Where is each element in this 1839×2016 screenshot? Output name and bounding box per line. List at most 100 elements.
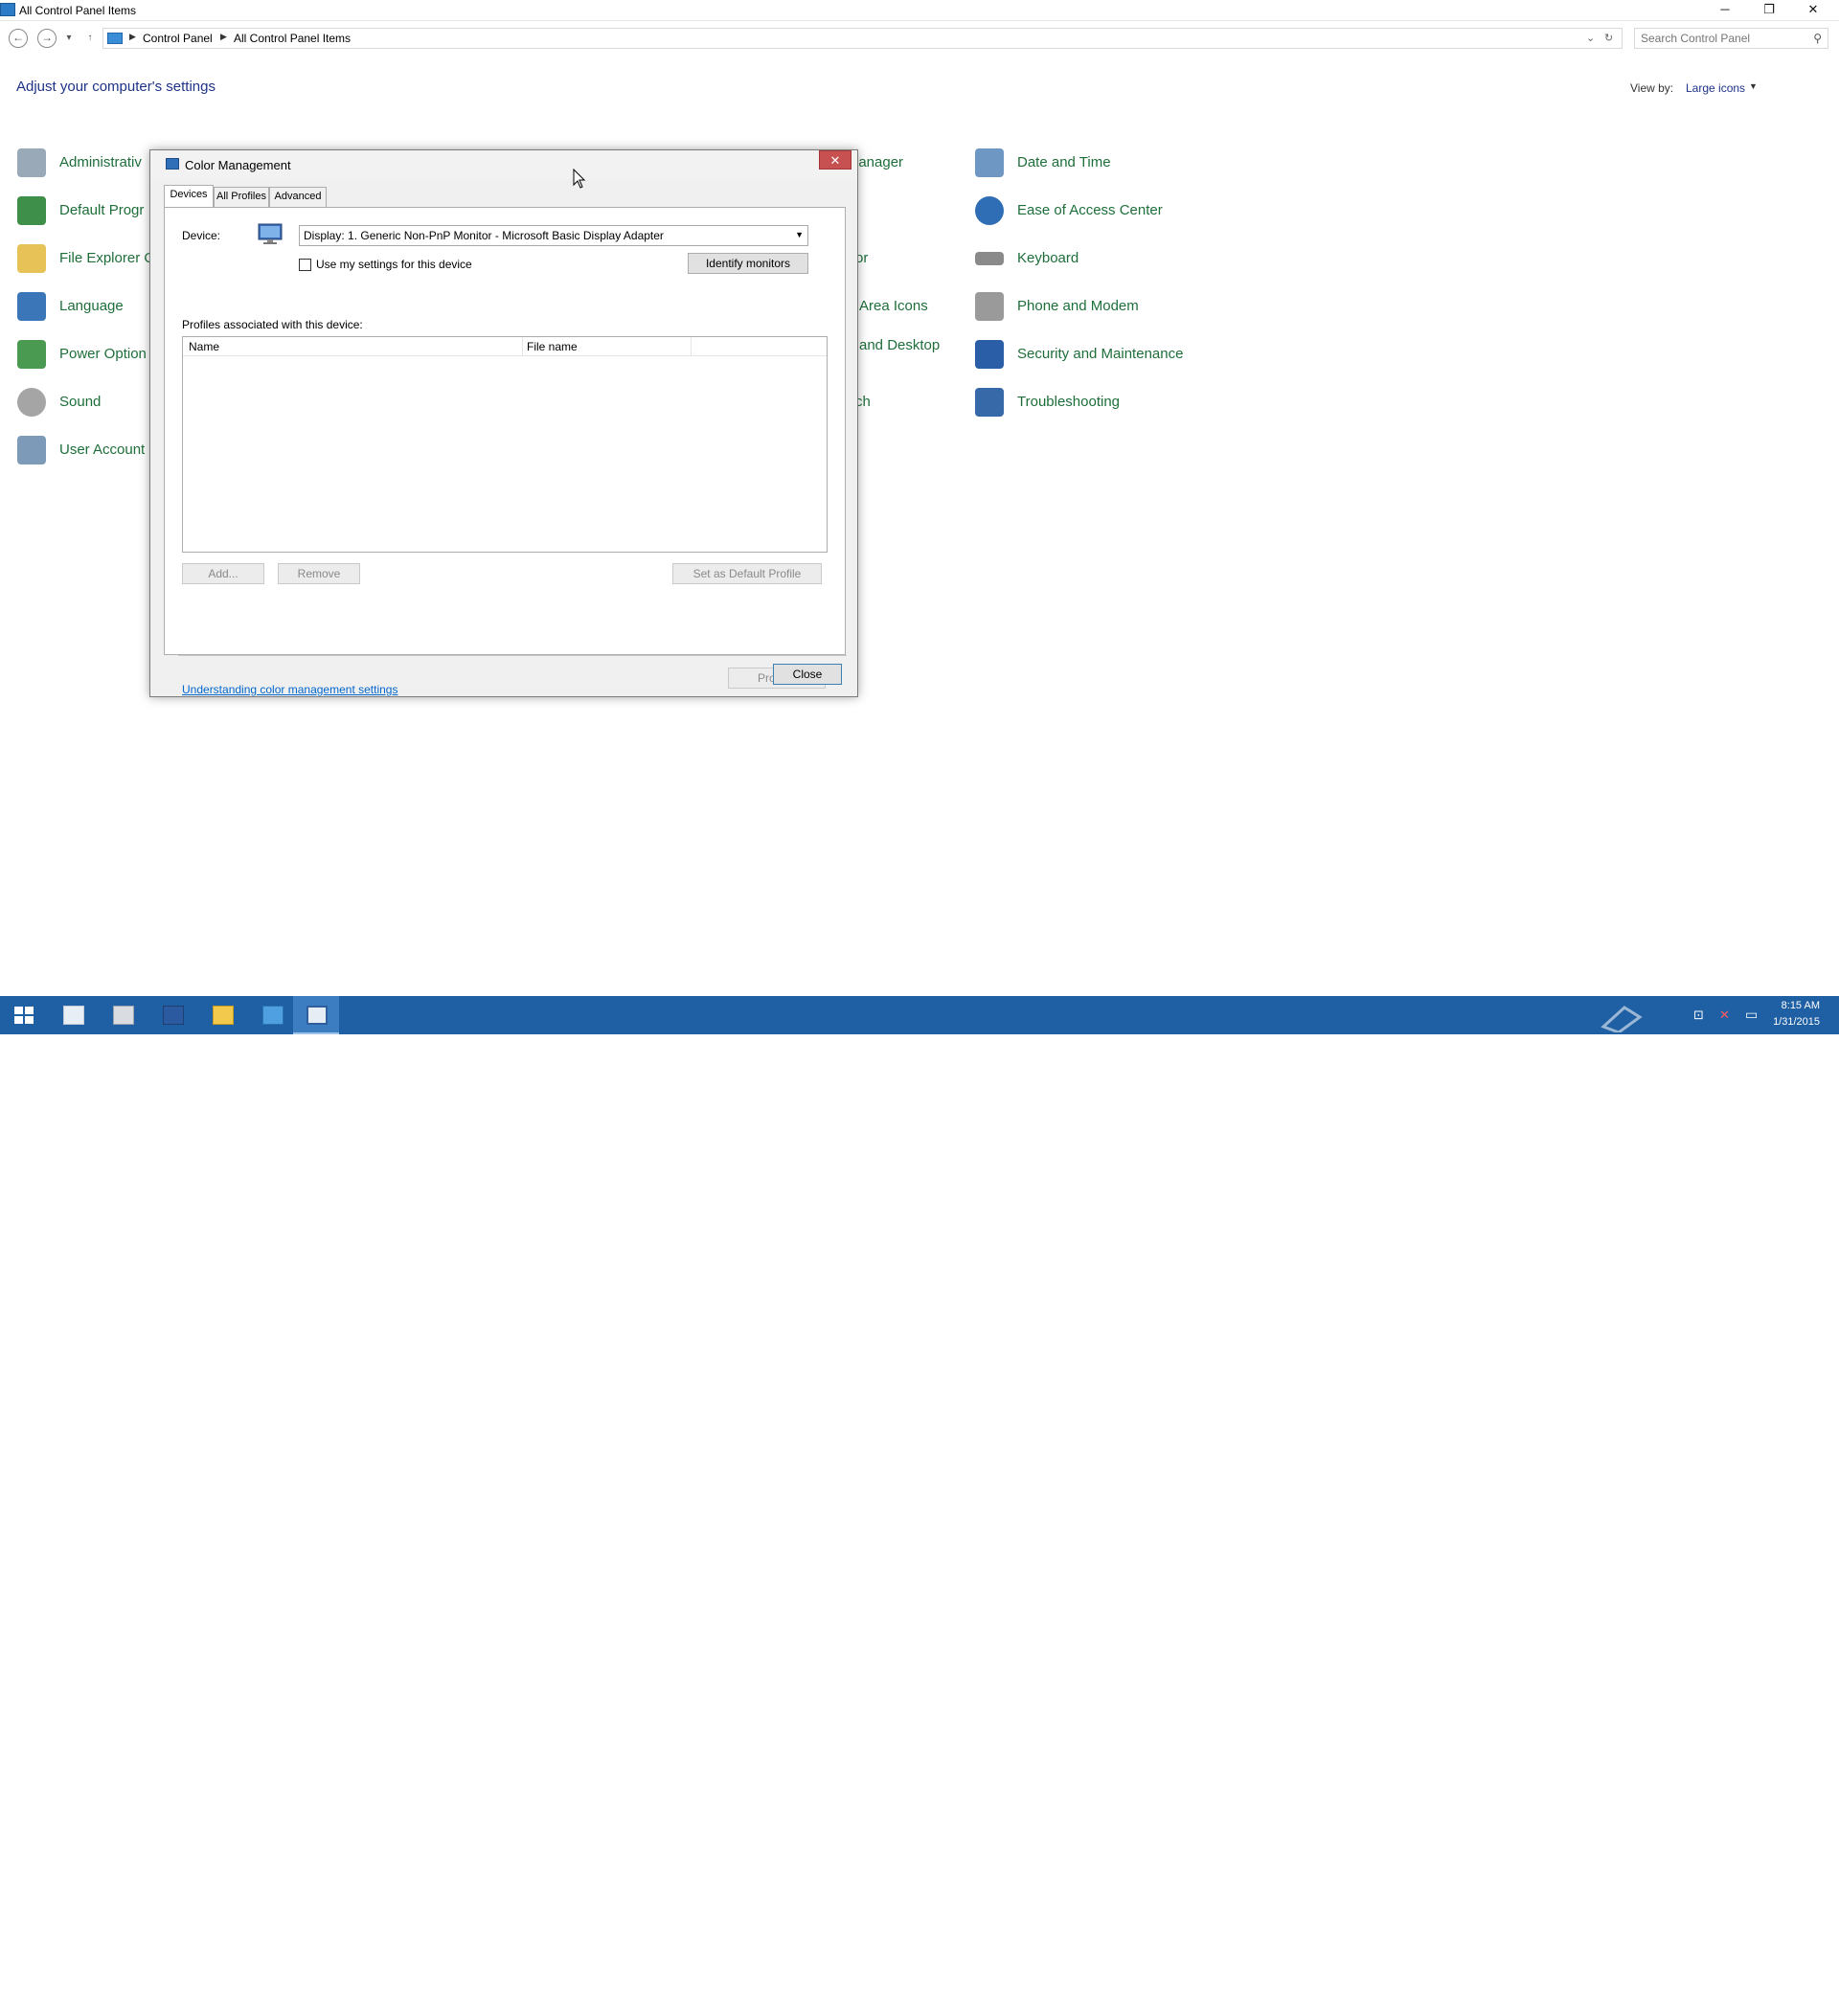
page-title: Adjust your computer's settings <box>16 79 216 95</box>
search-icon[interactable]: ⚲ <box>1813 32 1822 45</box>
users-icon <box>17 436 46 464</box>
window-title: All Control Panel Items <box>19 4 137 17</box>
taskbar: The Collection Book ⊡ ✕ ▭ 8:15 AM 1/31/2… <box>0 996 1839 2015</box>
control-panel-icon <box>0 3 15 16</box>
breadcrumb-control-panel[interactable]: Control Panel <box>143 32 213 45</box>
dialog-title: Color Management <box>185 158 291 172</box>
color-management-dialog: Color Management ✕ Devices All Profiles … <box>149 149 858 697</box>
chevron-down-icon[interactable]: ▼ <box>795 230 804 239</box>
clock-time[interactable]: 8:15 AM <box>1770 1000 1820 1011</box>
restore-button[interactable]: ❐ <box>1747 0 1791 21</box>
taskbar-file-explorer[interactable] <box>199 996 245 1034</box>
breadcrumb-separator-icon[interactable]: ▶ <box>220 32 227 42</box>
server-manager-icon <box>113 1006 134 1025</box>
close-window-button[interactable]: ✕ <box>1791 0 1835 21</box>
language-icon <box>17 292 46 321</box>
search-box[interactable]: ⚲ <box>1634 28 1828 49</box>
column-file-name[interactable]: File name <box>527 340 578 353</box>
task-view-icon <box>63 1006 84 1025</box>
forward-arrow-icon: → <box>41 31 53 44</box>
back-arrow-icon: ← <box>12 31 24 44</box>
divider <box>178 655 847 656</box>
administrative-tools-icon <box>17 148 46 177</box>
set-default-profile-button[interactable]: Set as Default Profile <box>672 563 822 584</box>
add-profile-button[interactable]: Add... <box>182 563 264 584</box>
device-dropdown[interactable]: Display: 1. Generic Non-PnP Monitor - Mi… <box>299 225 808 246</box>
ease-of-access-icon <box>975 196 1004 225</box>
close-button[interactable]: Close <box>773 664 842 685</box>
cp-item-date-and-time[interactable]: Date and Time <box>975 147 1205 179</box>
window-titlebar: All Control Panel Items ─ ❐ ✕ <box>0 0 1839 21</box>
forward-button[interactable]: → <box>37 29 57 48</box>
tab-devices[interactable]: Devices <box>164 185 214 207</box>
clock-date[interactable]: 1/31/2015 <box>1762 1016 1820 1028</box>
column-divider[interactable] <box>691 337 692 356</box>
recent-locations-button[interactable]: ▾ <box>62 29 76 48</box>
understanding-color-management-link[interactable]: Understanding color management settings <box>182 683 397 696</box>
folder-icon <box>17 244 46 273</box>
monitor-icon <box>258 223 283 244</box>
column-divider[interactable] <box>522 337 523 356</box>
calendar-clock-icon <box>975 148 1004 177</box>
color-management-icon <box>166 158 179 170</box>
taskbar-control-panel[interactable] <box>249 996 295 1034</box>
start-button[interactable] <box>0 996 46 1034</box>
dialog-close-button[interactable]: ✕ <box>819 150 851 170</box>
volume-muted-icon[interactable]: ✕ <box>1719 1008 1730 1023</box>
tab-all-profiles[interactable]: All Profiles <box>214 187 269 207</box>
view-by-label: View by: <box>1630 81 1674 95</box>
taskbar-server-manager[interactable] <box>100 996 146 1034</box>
cp-item-keyboard[interactable]: Keyboard <box>975 242 1205 275</box>
book-logo-icon <box>1601 1006 1643 1032</box>
refresh-icon[interactable]: ↻ <box>1604 32 1613 44</box>
navigation-bar: ← → ▾ ↑ ▶ Control Panel ▶ All Control Pa… <box>0 23 1839 54</box>
dialog-titlebar[interactable]: Color Management <box>150 150 857 179</box>
mouse-cursor-icon <box>573 169 586 189</box>
taskbar-color-management[interactable] <box>293 996 339 1034</box>
view-by-dropdown[interactable]: Large icons <box>1686 81 1745 95</box>
default-programs-icon <box>17 196 46 225</box>
address-bar[interactable]: ▶ Control Panel ▶ All Control Panel Item… <box>102 28 1623 49</box>
network-icon[interactable]: ⊡ <box>1693 1008 1704 1023</box>
breadcrumb-separator-icon[interactable]: ▶ <box>129 32 136 42</box>
color-management-icon <box>306 1006 328 1025</box>
use-my-settings-label[interactable]: Use my settings for this device <box>316 258 472 271</box>
up-button[interactable]: ↑ <box>83 29 97 48</box>
back-button[interactable]: ← <box>9 29 28 48</box>
remove-profile-button[interactable]: Remove <box>278 563 360 584</box>
up-arrow-icon: ↑ <box>87 33 93 43</box>
address-dropdown-icon[interactable]: ⌄ <box>1586 32 1595 44</box>
device-dropdown-value: Display: 1. Generic Non-PnP Monitor - Mi… <box>304 229 664 242</box>
flag-icon <box>975 340 1004 369</box>
devices-tab-panel: Device: Display: 1. Generic Non-PnP Moni… <box>164 207 847 696</box>
folder-icon <box>213 1006 234 1025</box>
tab-advanced[interactable]: Advanced <box>269 187 327 207</box>
use-my-settings-checkbox[interactable] <box>299 259 311 271</box>
profiles-label: Profiles associated with this device: <box>182 318 363 331</box>
profiles-list[interactable]: Name File name <box>182 336 828 553</box>
cp-item-troubleshooting[interactable]: Troubleshooting <box>975 386 1205 419</box>
identify-monitors-button[interactable]: Identify monitors <box>688 253 808 274</box>
taskbar-task-view[interactable] <box>50 996 96 1034</box>
cp-item-phone-and-modem[interactable]: Phone and Modem <box>975 290 1205 323</box>
watermark-text: The Collection Book <box>1659 1997 1805 2015</box>
control-panel-icon <box>107 33 123 44</box>
column-name[interactable]: Name <box>189 340 219 353</box>
phone-icon <box>975 292 1004 321</box>
taskbar-powershell[interactable] <box>149 996 195 1034</box>
chevron-down-icon[interactable]: ▼ <box>1749 81 1758 91</box>
search-input[interactable] <box>1641 31 1804 46</box>
cp-item-security-and-maintenance[interactable]: Security and Maintenance <box>975 338 1224 371</box>
minimize-button[interactable]: ─ <box>1703 0 1747 21</box>
control-panel-icon <box>262 1006 284 1025</box>
notifications-icon[interactable]: ▭ <box>1745 1007 1758 1023</box>
power-options-icon <box>17 340 46 369</box>
speaker-icon <box>17 388 46 417</box>
profiles-list-header: Name File name <box>183 337 827 356</box>
windows-logo-icon <box>14 1007 34 1024</box>
chevron-down-icon: ▾ <box>66 33 72 43</box>
cp-item-ease-of-access[interactable]: Ease of Access Center <box>975 194 1205 227</box>
keyboard-icon <box>975 252 1004 265</box>
troubleshooting-icon <box>975 388 1004 417</box>
breadcrumb-all-items[interactable]: All Control Panel Items <box>234 32 351 45</box>
